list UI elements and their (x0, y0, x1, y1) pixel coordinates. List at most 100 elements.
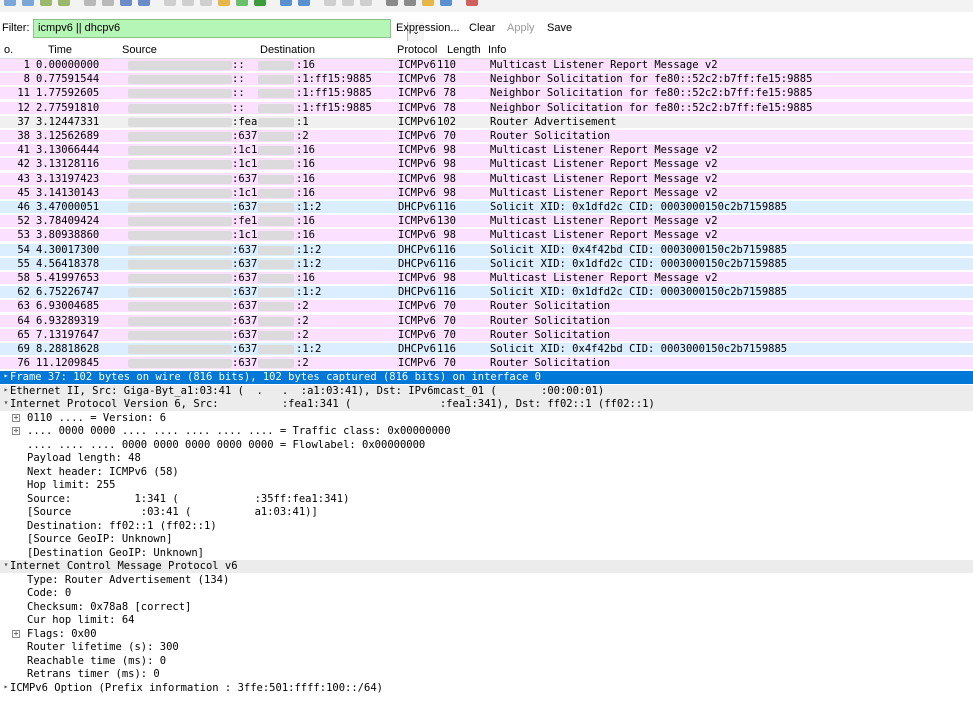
stop-capture-icon[interactable] (22, 0, 34, 6)
packet-row[interactable]: 55 4.56418378:637:1:2 DHCPv6 116 Solicit XID… (0, 257, 973, 270)
detail-tree-item[interactable]: Router lifetime (s): 300 (0, 641, 973, 654)
expand-toggle-icon[interactable]: + (12, 629, 20, 638)
column-header-protocol[interactable]: Protocol (397, 44, 437, 56)
column-header-time[interactable]: Time (48, 44, 72, 56)
packet-row[interactable]: 69 8.28818628:637:1:2 DHCPv6 116 Solicit XID… (0, 343, 973, 355)
detail-tree-item[interactable]: Cur hop limit: 64 (0, 614, 973, 627)
packet-row[interactable]: 65 7.13197647:637:2 ICMPv6 70 Router Solicit… (0, 328, 973, 341)
close-file-icon[interactable] (120, 0, 132, 6)
collapse-toggle-icon[interactable]: ▾ (2, 561, 10, 570)
expand-toggle-icon[interactable]: + (12, 413, 20, 422)
save-button[interactable]: Save (547, 22, 572, 34)
start-capture-icon[interactable] (4, 0, 16, 6)
detail-tree-item[interactable]: Retrans timer (ms): 0 (0, 668, 973, 681)
save-file-icon[interactable] (102, 0, 114, 6)
packet-row[interactable]: 37 3.12447331:fea:1 ICMPv6 102 Router Advert… (0, 115, 973, 128)
options-icon[interactable] (58, 0, 70, 6)
help-icon[interactable] (466, 0, 478, 6)
detail-tree-item[interactable]: Payload length: 48 (0, 452, 973, 465)
redacted-address (128, 288, 232, 298)
packet-row[interactable]: 45 3.14130143:1c1:16 ICMPv6 98 Multicast Lis… (0, 186, 973, 199)
packet-row[interactable]: 62 6.75226747:637:1:2 DHCPv6 116 Solicit XID… (0, 286, 973, 299)
autoscroll-icon[interactable] (280, 0, 292, 6)
detail-tree-item[interactable]: Destination: ff02::1 (ff02::1) (0, 520, 973, 533)
detail-tree-item[interactable]: .... .... .... 0000 0000 0000 0000 0000 … (0, 439, 973, 452)
packet-row[interactable]: 38 3.12562689:637:2 ICMPv6 70 Router Solicit… (0, 130, 973, 142)
packet-source: :: (232, 73, 245, 86)
reload-icon[interactable] (138, 0, 150, 6)
packet-row[interactable]: 12 2.77591810:::1:ff15:9885 ICMPv6 78 Neighb… (0, 101, 973, 114)
detail-tree-item[interactable]: ▾ Internet Control Message Protocol v6 (0, 560, 973, 573)
packet-list[interactable]: 1 0.00000000:::16 ICMPv6 110 Multicast Liste… (0, 59, 973, 369)
detail-tree-item[interactable]: [Source :03:41 ( a1:03:41)] (0, 506, 973, 519)
go-first-icon[interactable] (218, 0, 230, 6)
detail-tree-item[interactable]: +0110 .... = Version: 6 (0, 412, 973, 425)
packet-row[interactable]: 53 3.80938860:1c1:16 ICMPv6 98 Multicast Lis… (0, 229, 973, 242)
zoom-normal-icon[interactable] (342, 0, 354, 6)
open-file-icon[interactable] (84, 0, 96, 6)
packet-row[interactable]: 1 0.00000000:::16 ICMPv6 110 Multicast Liste… (0, 59, 973, 71)
column-header-destination[interactable]: Destination (260, 44, 315, 56)
go-forward-icon[interactable] (200, 0, 212, 6)
capture-filters-icon[interactable] (386, 0, 398, 6)
detail-tree-item[interactable]: Code: 0 (0, 587, 973, 600)
packet-no: 62 (17, 286, 30, 299)
column-header-no[interactable]: o. (4, 44, 13, 56)
packet-row[interactable]: 76 11.1209845:637:2 ICMPv6 70 Router Solicit… (0, 357, 973, 369)
restart-capture-icon[interactable] (40, 0, 52, 6)
colorize-icon[interactable] (254, 0, 266, 6)
zoom-out-icon[interactable] (324, 0, 336, 6)
packet-row[interactable]: 46 3.47000051:637:1:2 DHCPv6 116 Solicit XID… (0, 201, 973, 213)
detail-tree-item[interactable]: Hop limit: 255 (0, 479, 973, 492)
expand-toggle-icon[interactable]: ▸ (2, 385, 10, 395)
detail-tree-item[interactable]: + Flags: 0x00 (0, 628, 973, 641)
preferences-icon[interactable] (440, 0, 452, 6)
go-back-icon[interactable] (182, 0, 194, 6)
apply-button[interactable]: Apply (507, 22, 535, 34)
detail-tree-item[interactable]: ▸ ICMPv6 Option (Prefix information : 3ff… (0, 682, 973, 695)
expand-toggle-icon[interactable]: + (12, 427, 20, 435)
column-header-info[interactable]: Info (488, 44, 506, 56)
packet-row[interactable]: 11 1.77592605:::1:ff15:9885 ICMPv6 78 Neighb… (0, 87, 973, 100)
packet-source: :637 (232, 343, 258, 355)
column-header-length[interactable]: Length (447, 44, 481, 56)
packet-row[interactable]: 64 6.93289319:637:2 ICMPv6 70 Router Solicit… (0, 314, 973, 327)
packet-row[interactable]: 41 3.13066444:1c1:16 ICMPv6 98 Multicast Lis… (0, 144, 973, 157)
expression-button[interactable]: Expression... (396, 22, 460, 34)
detail-tree-item[interactable]: Next header: ICMPv6 (58) (0, 466, 973, 479)
coloring-rules-icon[interactable] (422, 0, 434, 6)
column-header-source[interactable]: Source (122, 44, 157, 56)
resize-columns-icon[interactable] (360, 0, 372, 6)
packet-row[interactable]: 43 3.13197423:637:16 ICMPv6 98 Multicast Lis… (0, 172, 973, 185)
go-last-icon[interactable] (236, 0, 248, 6)
clear-button[interactable]: Clear (469, 22, 495, 34)
packet-protocol: DHCPv6 (398, 343, 436, 355)
filter-input[interactable]: icmpv6 || dhcpv6 ⌄ (33, 19, 424, 41)
detail-tree-item[interactable]: + .... 0000 0000 .... .... .... .... ....… (0, 425, 973, 438)
filter-input-value[interactable]: icmpv6 || dhcpv6 (38, 22, 120, 34)
packet-row[interactable]: 8 0.77591544:::1:ff15:9885 ICMPv6 78 Neighbo… (0, 73, 973, 86)
detail-tree-item[interactable]: Type: Router Advertisement (134) (0, 574, 973, 587)
packet-row[interactable]: 54 4.30017300:637:1:2 DHCPv6 116 Solicit XID… (0, 243, 973, 256)
packet-row[interactable]: 52 3.78409424:fe1:16 ICMPv6 130 Multicast Li… (0, 215, 973, 228)
collapse-toggle-icon[interactable]: ▾ (2, 399, 10, 408)
detail-tree-item[interactable]: Source: 1:341 ( :35ff:fea1:341) (0, 493, 973, 506)
detail-tree-item[interactable]: [Source GeoIP: Unknown] (0, 533, 973, 546)
expand-toggle-icon[interactable]: ▸ (2, 682, 10, 692)
packet-row[interactable]: 63 6.93004685:637:2 ICMPv6 70 Router Solicit… (0, 300, 973, 313)
packet-length: 98 (443, 229, 456, 242)
detail-tree-item[interactable]: ▸ Frame 37: 102 bytes on wire (816 bits),… (0, 371, 973, 384)
zoom-in-icon[interactable] (298, 0, 310, 6)
expand-toggle-icon[interactable]: ▸ (2, 372, 10, 381)
packet-row[interactable]: 42 3.13128116:1c1:16 ICMPv6 98 Multicast Lis… (0, 158, 973, 171)
detail-tree-item[interactable]: [Destination GeoIP: Unknown] (0, 547, 973, 560)
packet-details-tree[interactable]: ▸ Frame 37: 102 bytes on wire (816 bits),… (0, 371, 973, 716)
detail-tree-item[interactable]: Checksum: 0x78a8 [correct] (0, 601, 973, 614)
detail-tree-item[interactable]: Reachable time (ms): 0 (0, 655, 973, 668)
detail-tree-item[interactable]: ▾ Internet Protocol Version 6, Src: :fea1… (0, 398, 973, 411)
find-icon[interactable] (164, 0, 176, 6)
packet-row[interactable]: 58 5.41997653:637:16 ICMPv6 98 Multicast Lis… (0, 272, 973, 284)
display-filters-icon[interactable] (404, 0, 416, 6)
detail-tree-item[interactable]: ▸ Ethernet II, Src: Giga-Byt_a1:03:41 ( .… (0, 384, 973, 398)
redacted-address (128, 61, 232, 70)
